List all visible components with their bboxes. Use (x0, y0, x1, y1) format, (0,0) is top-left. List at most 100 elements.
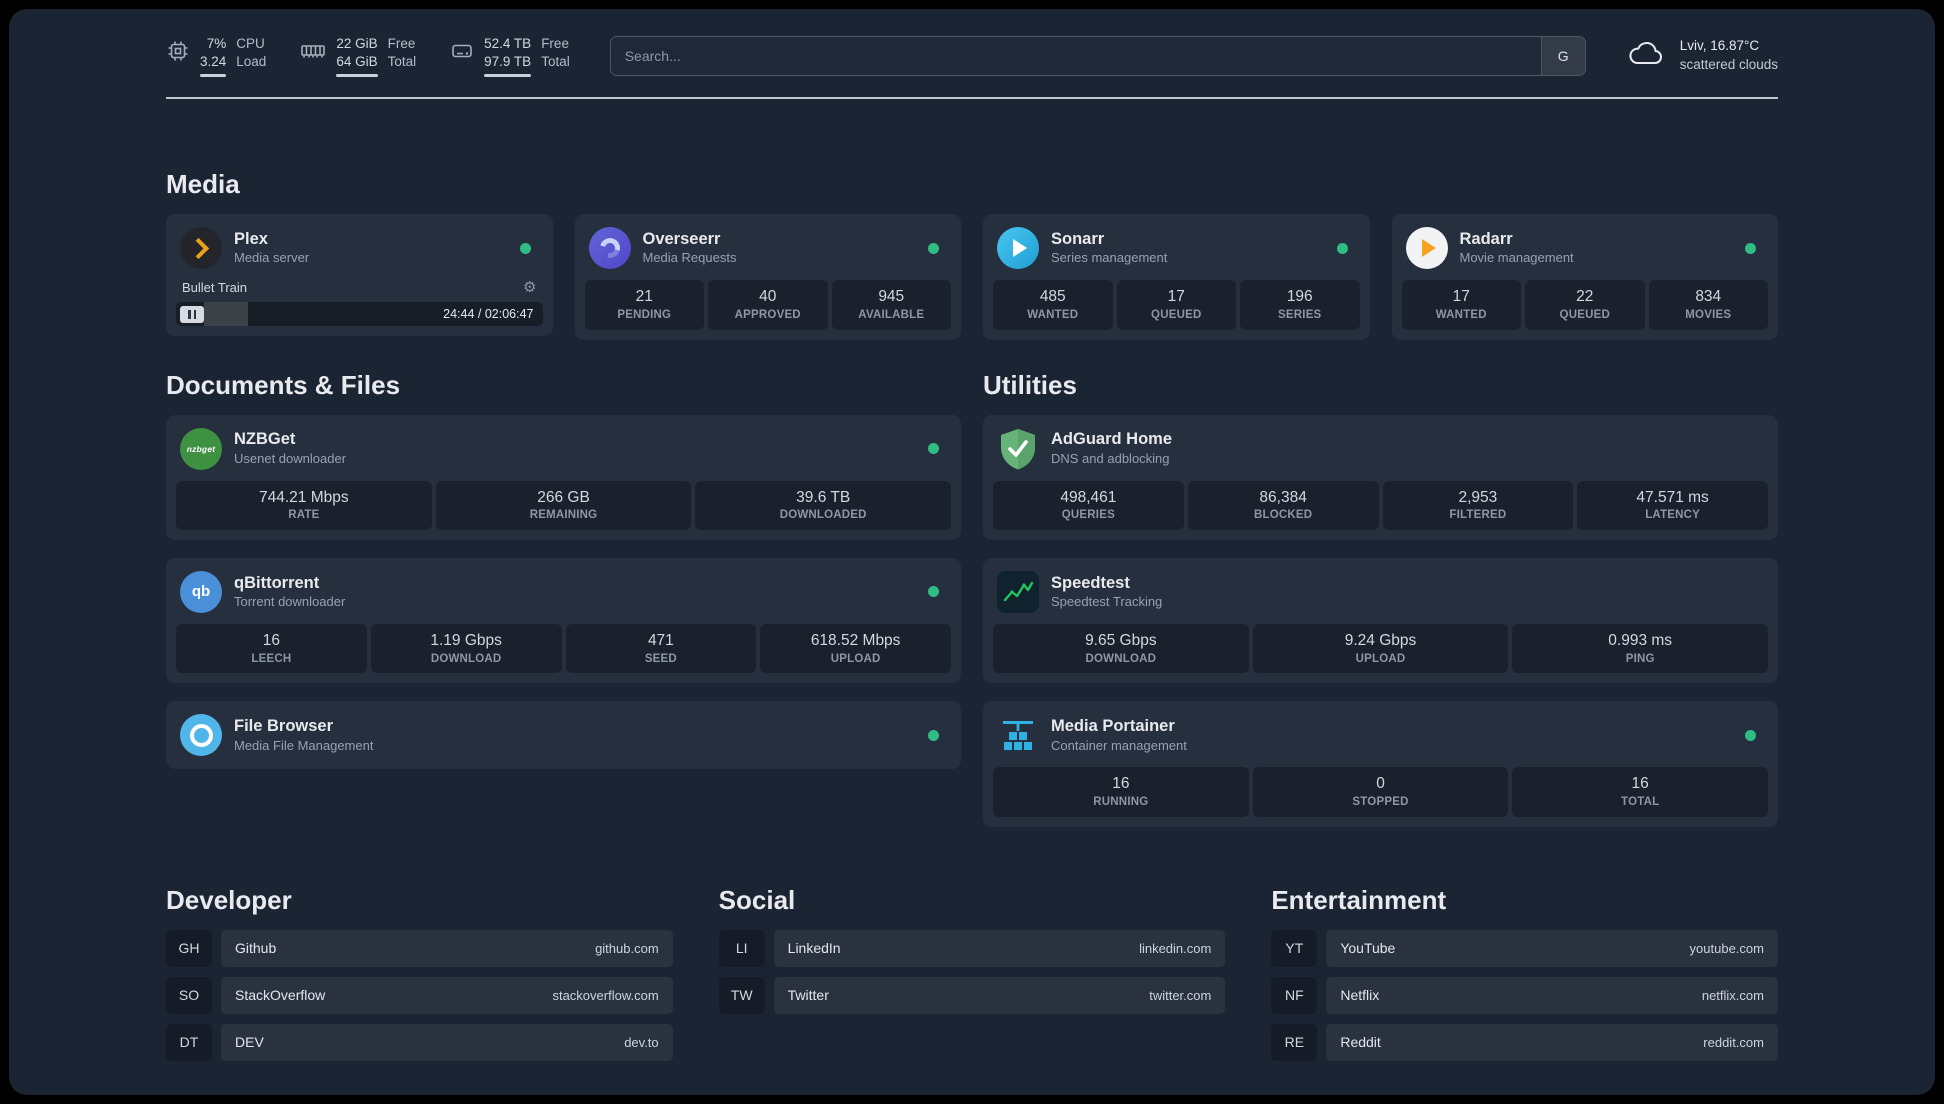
bookmark-netflix[interactable]: NF Netflix netflix.com (1271, 976, 1778, 1014)
card-radarr: Radarr Movie management 17 WANTED 22 QUE… (1391, 214, 1778, 340)
stat-value: 17 (1167, 288, 1185, 306)
app-desc: DNS and adblocking (1051, 450, 1170, 466)
bookmarks-developer: Developer GH Github github.com SO StackO… (166, 885, 673, 1061)
radarr-link[interactable]: Radarr Movie management (1402, 224, 1769, 278)
cpu-values: 7% 3.24 (200, 35, 227, 78)
disk-usage-bar (484, 74, 532, 78)
stat-value: 744.21 Mbps (259, 488, 349, 506)
bookmark-abbr: YT (1271, 929, 1318, 967)
bookmark-stackoverflow[interactable]: SO StackOverflow stackoverflow.com (166, 976, 673, 1014)
stat-label: QUEUED (1559, 309, 1610, 322)
bookmark-url: youtube.com (1689, 940, 1764, 956)
stat-label: UPLOAD (1355, 652, 1406, 665)
filebrowser-icon (180, 714, 222, 757)
cpu-widget: 7% 3.24 CPU Load (166, 35, 266, 78)
bookmark-name: DEV (235, 1034, 264, 1051)
stat-value: 16 (1631, 775, 1649, 793)
bookmark-youtube[interactable]: YT YouTube youtube.com (1271, 929, 1778, 967)
progress-track[interactable] (204, 302, 435, 327)
section-utilities: Utilities AdGuard Home DNS and adblockin… (983, 370, 1778, 827)
overseerr-icon (588, 227, 631, 270)
nzbget-link[interactable]: nzbget NZBGet Usenet downloader (176, 425, 951, 479)
stat-label: AVAILABLE (858, 309, 925, 322)
bookmark-twitter[interactable]: TW Twitter twitter.com (718, 976, 1226, 1014)
cpu-usage: 7% (206, 36, 227, 51)
search-input[interactable] (610, 37, 1541, 76)
stat-value: 2,953 (1458, 488, 1498, 506)
bookmark-abbr: SO (166, 976, 212, 1014)
stat-value: 0 (1376, 775, 1385, 793)
stat-value: 16 (262, 631, 280, 649)
stat-label: WANTED (1435, 309, 1487, 322)
app-desc: Media Requests (642, 250, 737, 266)
status-dot (928, 443, 939, 455)
bookmark-reddit[interactable]: RE Reddit reddit.com (1271, 1023, 1778, 1061)
bookmark-name: YouTube (1340, 940, 1396, 957)
app-name: AdGuard Home (1051, 430, 1173, 449)
stat-block: 9.24 Gbps UPLOAD (1252, 623, 1509, 674)
stat-value: 945 (878, 288, 905, 306)
card-plex: Plex Media server Bullet Train ⚙ 24:44 /… (166, 214, 553, 337)
section-title-media: Media (166, 169, 240, 200)
stat-block: 0 STOPPED (1252, 767, 1509, 817)
status-dot (928, 729, 939, 741)
portainer-link[interactable]: Media Portainer Container management (993, 711, 1768, 765)
pause-button[interactable] (180, 305, 204, 323)
status-dot (928, 586, 939, 598)
stat-label: FILTERED (1449, 509, 1507, 522)
stat-value: 39.6 TB (796, 488, 851, 506)
stat-block: 485 WANTED (993, 280, 1113, 330)
stat-block: 17 WANTED (1401, 280, 1521, 330)
stat-label: REMAINING (529, 509, 598, 522)
progress-fill (204, 302, 248, 327)
search-bar: G (609, 36, 1586, 77)
bookmarks-social: Social LI LinkedIn linkedin.com TW Twitt… (718, 885, 1226, 1061)
stat-block: 16 TOTAL (1512, 767, 1769, 817)
stat-value: 17 (1452, 288, 1470, 306)
stat-block: 498,461 QUERIES (993, 480, 1184, 530)
memory-label-bottom: Total (387, 53, 417, 69)
qbittorrent-link[interactable]: qb qBittorrent Torrent downloader (176, 568, 951, 622)
stat-label: QUEUED (1151, 309, 1202, 322)
bookmark-abbr: RE (1271, 1023, 1318, 1061)
plex-icon (180, 227, 222, 270)
bookmark-abbr: GH (166, 929, 212, 967)
playback-bar: 24:44 / 02:06:47 (176, 302, 543, 327)
sonarr-link[interactable]: Sonarr Series management (993, 224, 1360, 278)
playback-time: 24:44 / 02:06:47 (443, 307, 534, 322)
stat-label: PING (1625, 652, 1655, 665)
bookmark-url: twitter.com (1149, 987, 1212, 1003)
app-desc: Usenet downloader (234, 450, 347, 466)
section-title-documents: Documents & Files (166, 369, 401, 400)
adguard-link[interactable]: AdGuard Home DNS and adblocking (993, 425, 1768, 479)
stat-label: DOWNLOAD (430, 652, 502, 665)
cloud-icon (1626, 40, 1666, 73)
memory-labels: Free Total (388, 35, 417, 70)
bookmark-github[interactable]: GH Github github.com (166, 929, 673, 967)
bookmark-abbr: NF (1271, 976, 1318, 1014)
app-desc: Speedtest Tracking (1051, 594, 1163, 610)
app-name: Plex (234, 229, 268, 248)
stat-label: UPLOAD (830, 652, 881, 665)
bookmark-name: Reddit (1340, 1034, 1381, 1051)
bookmark-dev[interactable]: DT DEV dev.to (166, 1023, 673, 1061)
gear-icon[interactable]: ⚙ (523, 278, 536, 296)
plex-link[interactable]: Plex Media server (176, 224, 543, 278)
now-playing-title: Bullet Train (182, 279, 248, 295)
filebrowser-link[interactable]: File Browser Media File Management (176, 711, 951, 759)
header-divider (166, 97, 1778, 100)
speedtest-link[interactable]: Speedtest Speedtest Tracking (993, 568, 1768, 622)
memory-label-top: Free (387, 36, 416, 51)
stat-value: 21 (635, 288, 653, 306)
bookmark-linkedin[interactable]: LI LinkedIn linkedin.com (718, 929, 1226, 967)
stat-block: 1.19 Gbps DOWNLOAD (370, 623, 562, 674)
stat-value: 471 (647, 631, 674, 649)
memory-free: 22 GiB (336, 36, 378, 51)
cpu-labels: CPU Load (236, 35, 266, 70)
stat-value: 16 (1112, 775, 1130, 793)
search-provider-button[interactable]: G (1540, 37, 1585, 76)
stat-block: 21 PENDING (584, 280, 704, 330)
stat-label: STOPPED (1352, 796, 1409, 809)
bookmark-name: Github (235, 940, 277, 957)
overseerr-link[interactable]: Overseerr Media Requests (585, 224, 952, 278)
